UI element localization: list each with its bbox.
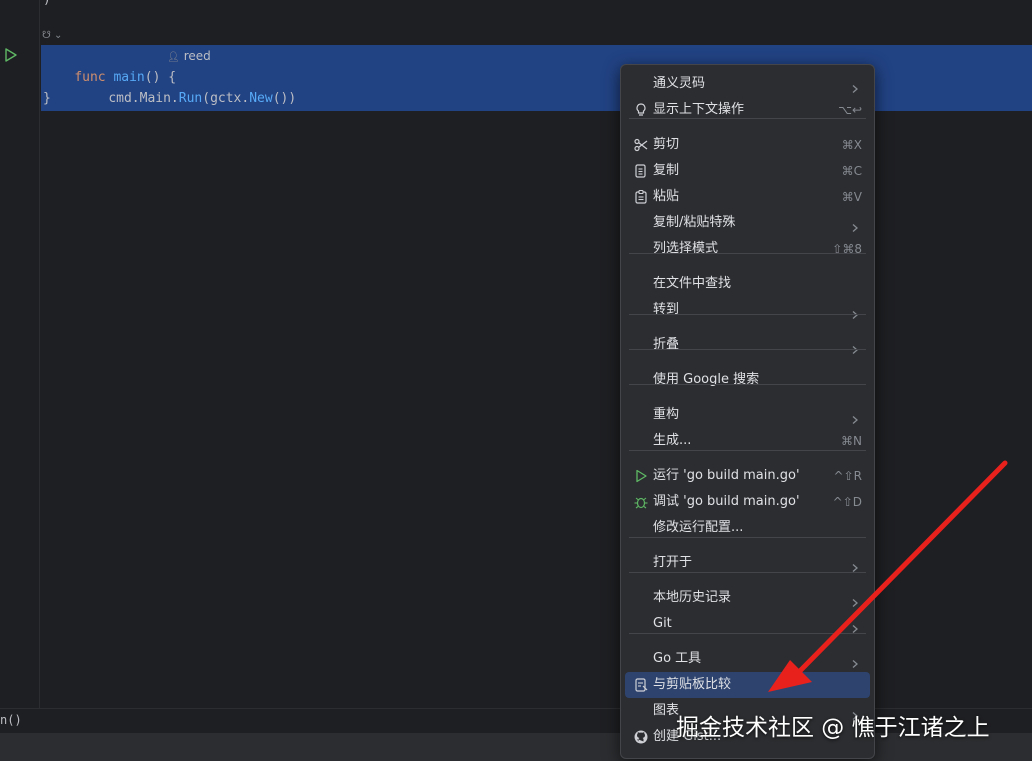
menu-item[interactable]: 复制 ⌘C [625, 158, 870, 184]
menu-separator [629, 537, 866, 538]
menu-item[interactable]: 调试 'go build main.go' ^⇧D [625, 489, 870, 515]
menu-separator [629, 572, 866, 573]
chevron-right-icon [850, 79, 860, 93]
menu-item-label: 显示上下文操作 [653, 102, 745, 117]
menu-item[interactable]: 显示上下文操作 ⌥↩ [625, 97, 870, 123]
menu-item-label: 转到 [653, 302, 680, 317]
menu-item[interactable]: 剪切 ⌘X [625, 132, 870, 158]
github-icon [633, 729, 649, 745]
menu-item[interactable]: 重构 [625, 402, 870, 428]
author-name: reed [183, 49, 211, 63]
menu-item-label: 重构 [653, 407, 680, 422]
menu-item-label: 在文件中查找 [653, 276, 732, 291]
code-line-close: } [43, 91, 51, 106]
code-paren: ( [202, 91, 211, 106]
code-editor[interactable]: ) ☋ ⌄ func main() { 👤︎reed cmd.Main.Run(… [41, 0, 1032, 708]
bulb-icon [633, 102, 649, 118]
copy-icon [633, 163, 649, 179]
menu-item[interactable]: 复制/粘贴特殊 [625, 210, 870, 236]
menu-item[interactable]: 转到 [625, 297, 870, 323]
menu-separator [629, 349, 866, 350]
menu-item-shortcut: ^⇧R [833, 469, 862, 483]
chevron-right-icon [850, 619, 860, 633]
menu-separator [629, 314, 866, 315]
menu-separator [629, 633, 866, 634]
menu-item[interactable]: 粘贴 ⌘V [625, 184, 870, 210]
menu-item-label: 调试 'go build main.go' [653, 494, 800, 509]
user-icon: 👤︎ [167, 52, 180, 63]
menu-item-label: 本地历史记录 [653, 590, 732, 605]
editor-gutter [0, 0, 40, 708]
menu-separator [629, 384, 866, 385]
run-gutter-icon[interactable] [4, 48, 18, 62]
menu-item-label: 通义灵码 [653, 76, 706, 91]
menu-item[interactable]: 运行 'go build main.go' ^⇧R [625, 463, 870, 489]
menu-item-label: 折叠 [653, 337, 680, 352]
menu-item[interactable]: 在文件中查找 [625, 271, 870, 297]
menu-item-shortcut: ⌘V [841, 190, 862, 204]
menu-separator [629, 450, 866, 451]
watermark: 掘金技术社区 @ 憔于江诸之上 [676, 715, 990, 741]
run-icon [633, 468, 649, 484]
code-pkg: cmd.Main. [108, 91, 179, 106]
author-inlay[interactable]: 👤︎ reed [167, 45, 211, 67]
menu-item[interactable]: 通义灵码 [625, 71, 870, 97]
code-line-brace: ) [43, 0, 51, 7]
menu-item-shortcut: ⌥↩ [838, 103, 862, 117]
breadcrumb[interactable]: n() [0, 713, 22, 727]
chevron-right-icon [850, 654, 860, 668]
chevron-right-icon [850, 410, 860, 424]
menu-item-label: 复制 [653, 163, 680, 178]
code-call-new: New [249, 91, 273, 106]
chevron-right-icon [850, 593, 860, 607]
code-line-func: func main() { [43, 45, 176, 85]
menu-item[interactable]: 与剪贴板比较 [625, 672, 870, 698]
compare-clipboard-icon [633, 677, 649, 693]
context-menu: 通义灵码显示上下文操作 ⌥↩ 剪切 ⌘X 复制 ⌘C 粘贴 ⌘V 复制/粘贴特殊 列选择模式 ⇧⌘8… [620, 64, 875, 759]
menu-item-shortcut: ^⇧D [832, 495, 862, 509]
debug-icon [633, 494, 649, 510]
chevron-right-icon [850, 218, 860, 232]
menu-item[interactable]: 使用 Google 搜索 [625, 367, 870, 393]
code-call-run: Run [178, 91, 203, 106]
menu-item-label: Go 工具 [653, 651, 702, 666]
menu-item-shortcut: ⌘X [841, 138, 862, 152]
menu-item-label: 运行 'go build main.go' [653, 468, 800, 483]
menu-item-label: 使用 Google 搜索 [653, 372, 760, 387]
menu-item-shortcut: ⌘C [841, 164, 862, 178]
menu-item-label: 复制/粘贴特殊 [653, 215, 736, 230]
code-paren-close: ()) [272, 91, 297, 106]
menu-item-label: 与剪贴板比较 [653, 677, 732, 692]
menu-item[interactable]: 折叠 [625, 332, 870, 358]
chevron-right-icon [850, 558, 860, 572]
menu-item[interactable]: Go 工具 [625, 646, 870, 672]
code-line-run: cmd.Main.Run(gctx.New()) [77, 66, 296, 106]
menu-item-label: 剪切 [653, 137, 680, 152]
menu-separator [629, 253, 866, 254]
scissors-icon [633, 137, 649, 153]
code-pkg2: gctx. [210, 91, 250, 106]
code-vision-hint-icon[interactable]: ☋ ⌄ [42, 30, 62, 41]
paste-icon [633, 189, 649, 205]
menu-item-label: 粘贴 [653, 189, 680, 204]
menu-item-label: 列选择模式 [653, 241, 719, 256]
menu-item-shortcut: ⇧⌘8 [832, 242, 862, 256]
menu-item[interactable]: 本地历史记录 [625, 585, 870, 611]
menu-item[interactable]: 列选择模式 ⇧⌘8 [625, 236, 870, 262]
menu-separator [629, 118, 866, 119]
